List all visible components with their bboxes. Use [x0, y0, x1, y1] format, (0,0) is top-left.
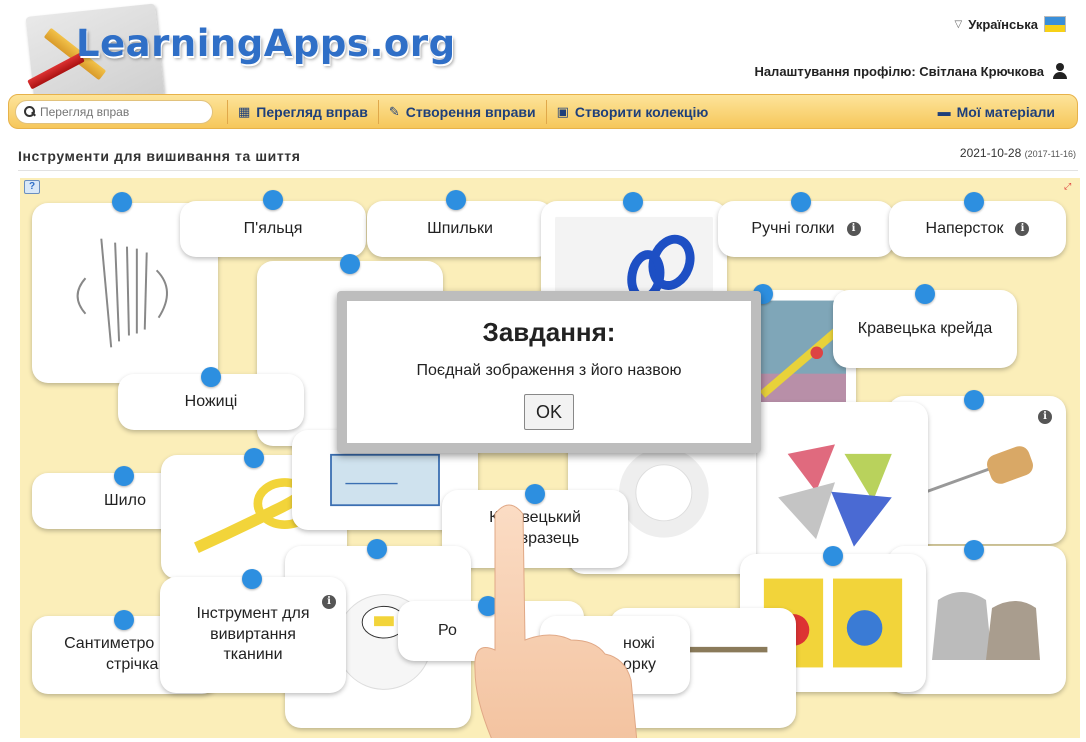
date-created: (2017-11-16) — [1024, 149, 1076, 159]
connector-dot[interactable] — [340, 254, 360, 274]
exercise-area: ? ⤢ П'яльця Шпильки Ручні голки i Наперс… — [20, 178, 1080, 738]
card-label-part: тканини — [223, 646, 283, 664]
profile-label: Налаштування профілю: Світлана Крючкова — [754, 63, 1044, 79]
my-materials-button[interactable]: ▬ Мої матеріали — [928, 100, 1065, 124]
search-icon — [24, 106, 35, 117]
chalk-triangles-image — [759, 416, 911, 558]
dropdown-triangle-icon: ▽ — [954, 18, 963, 30]
logo-text: LearningApps.org — [76, 22, 456, 65]
my-materials-label: Мої матеріали — [956, 103, 1055, 120]
hand-pointer-icon — [474, 504, 638, 738]
card-label: Наперсток — [925, 219, 1004, 237]
language-selector[interactable]: ▽ Українська — [955, 16, 1066, 32]
ok-button[interactable]: OK — [524, 394, 574, 430]
card-label: Ножиці — [184, 392, 238, 410]
browse-exercises-button[interactable]: ▦ Перегляд вправ — [227, 99, 378, 124]
help-icon[interactable]: ? — [24, 180, 40, 194]
connector-dot[interactable] — [263, 190, 283, 210]
info-icon[interactable]: i — [1015, 222, 1030, 236]
connector-dot[interactable] — [964, 540, 984, 560]
ukraine-flag-icon — [1044, 16, 1066, 32]
create-collection-button[interactable]: ▣ Створити колекцію — [545, 99, 719, 124]
search-box[interactable] — [15, 99, 213, 124]
search-input[interactable] — [40, 104, 200, 119]
info-icon[interactable]: i — [322, 595, 336, 609]
create-exercise-button[interactable]: ✎ Створення вправи — [377, 99, 546, 124]
connector-dot[interactable] — [367, 539, 387, 559]
connector-dot[interactable] — [791, 192, 811, 212]
card-label: Шило — [103, 491, 146, 509]
connector-dot[interactable] — [114, 610, 134, 630]
logo[interactable]: LearningApps.org — [18, 3, 455, 109]
card-label: П'яльця — [243, 219, 303, 237]
task-dialog-title: Завдання: — [482, 317, 616, 347]
main-toolbar: ▦ Перегляд вправ ✎ Створення вправи ▣ Ст… — [8, 94, 1078, 129]
page-date: 2021-10-28 (2017-11-16) — [960, 146, 1076, 160]
profile-settings-link[interactable]: Налаштування профілю: Світлана Крючкова — [754, 63, 1068, 79]
card-label-part: Сантиметро — [64, 635, 155, 653]
connector-dot[interactable] — [201, 367, 221, 387]
word-card-shpylky[interactable]: Шпильки — [367, 201, 553, 257]
card-label: Кравецька крейда — [857, 319, 993, 337]
connector-dot[interactable] — [242, 569, 262, 589]
connector-dot[interactable] — [244, 448, 264, 468]
card-label: Сантиметро стрічка — [60, 634, 158, 676]
date-value: 2021-10-28 — [959, 146, 1022, 160]
connector-dot[interactable] — [446, 190, 466, 210]
task-dialog-text: Поєднай зображення з його назвою — [416, 362, 682, 379]
card-label: Шпильки — [427, 219, 493, 237]
grid-icon: ▦ — [238, 103, 251, 119]
language-label: Українська — [968, 16, 1038, 32]
connector-dot[interactable] — [964, 390, 984, 410]
divider — [18, 170, 1078, 171]
info-icon[interactable]: i — [1038, 410, 1052, 424]
task-dialog: Завдання: Поєднай зображення з його назв… — [337, 291, 761, 453]
connector-dot[interactable] — [915, 284, 935, 304]
card-label: Інструмент для вивиртання тканини — [197, 604, 310, 666]
folder-icon: ▬ — [937, 104, 951, 119]
connector-dot[interactable] — [112, 192, 132, 212]
card-label-part: стрічка — [106, 656, 159, 673]
page-title: Інструменти для вишивання та шиття — [18, 148, 301, 164]
card-label: Ручні голки — [751, 219, 835, 237]
create-exercise-label: Створення вправи — [405, 103, 536, 120]
connector-dot[interactable] — [114, 466, 134, 486]
user-icon — [1052, 63, 1068, 79]
connector-dot[interactable] — [623, 192, 643, 212]
browse-exercises-label: Перегляд вправ — [256, 103, 368, 120]
create-collection-label: Створити колекцію — [574, 103, 709, 120]
card-label-part: Інструмент для — [196, 604, 310, 622]
word-card-instrument[interactable]: Інструмент для вивиртання тканини i — [160, 577, 346, 693]
chalk-pen-image — [752, 300, 846, 416]
pattern-image — [313, 444, 457, 516]
card-label-part: вивиртання — [210, 625, 296, 643]
connector-dot[interactable] — [964, 192, 984, 212]
fullscreen-icon[interactable]: ⤢ — [1064, 181, 1074, 191]
collection-icon: ▣ — [556, 103, 569, 119]
info-icon[interactable]: i — [846, 222, 861, 236]
connector-dot[interactable] — [823, 546, 843, 566]
task-dialog-body: Завдання: Поєднай зображення з його назв… — [347, 301, 751, 443]
pencil-icon: ✎ — [388, 103, 400, 119]
